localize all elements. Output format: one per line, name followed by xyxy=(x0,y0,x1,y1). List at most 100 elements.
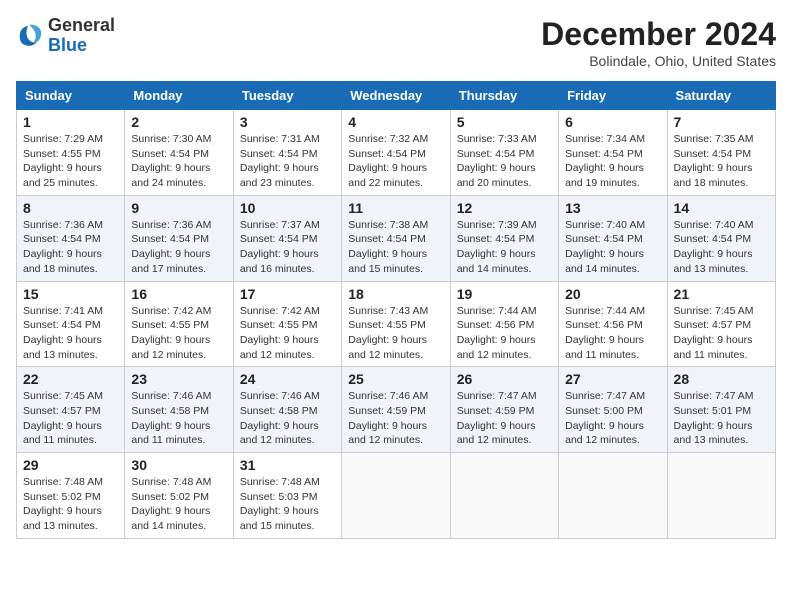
calendar-cell: 14 Sunrise: 7:40 AMSunset: 4:54 PMDayligh… xyxy=(667,195,775,281)
calendar-cell: 16 Sunrise: 7:42 AMSunset: 4:55 PMDayligh… xyxy=(125,281,233,367)
calendar-cell: 28 Sunrise: 7:47 AMSunset: 5:01 PMDayligh… xyxy=(667,367,775,453)
day-info: Sunrise: 7:47 AMSunset: 5:00 PMDaylight:… xyxy=(565,389,660,448)
calendar-cell: 9 Sunrise: 7:36 AMSunset: 4:54 PMDaylight… xyxy=(125,195,233,281)
day-info: Sunrise: 7:42 AMSunset: 4:55 PMDaylight:… xyxy=(131,304,226,363)
day-info: Sunrise: 7:33 AMSunset: 4:54 PMDaylight:… xyxy=(457,132,552,191)
calendar-cell xyxy=(450,453,558,539)
day-info: Sunrise: 7:36 AMSunset: 4:54 PMDaylight:… xyxy=(131,218,226,277)
calendar-cell: 21 Sunrise: 7:45 AMSunset: 4:57 PMDayligh… xyxy=(667,281,775,367)
weekday-header: Tuesday xyxy=(233,82,341,110)
calendar-cell: 20 Sunrise: 7:44 AMSunset: 4:56 PMDayligh… xyxy=(559,281,667,367)
day-number: 28 xyxy=(674,371,769,387)
page-title: December 2024 xyxy=(541,16,776,53)
day-info: Sunrise: 7:36 AMSunset: 4:54 PMDaylight:… xyxy=(23,218,118,277)
day-number: 9 xyxy=(131,200,226,216)
calendar-cell: 31Sunrise: 7:48 AMSunset: 5:03 PMDayligh… xyxy=(233,453,341,539)
day-info: Sunrise: 7:47 AMSunset: 5:01 PMDaylight:… xyxy=(674,389,769,448)
calendar-cell: 23Sunrise: 7:46 AMSunset: 4:58 PMDayligh… xyxy=(125,367,233,453)
calendar-cell: 1Sunrise: 7:29 AMSunset: 4:55 PMDaylight… xyxy=(17,110,125,196)
day-info: Sunrise: 7:46 AMSunset: 4:58 PMDaylight:… xyxy=(240,389,335,448)
calendar-cell: 4 Sunrise: 7:32 AMSunset: 4:54 PMDaylight… xyxy=(342,110,450,196)
calendar-cell: 8 Sunrise: 7:36 AMSunset: 4:54 PMDaylight… xyxy=(17,195,125,281)
calendar-cell: 10 Sunrise: 7:37 AMSunset: 4:54 PMDayligh… xyxy=(233,195,341,281)
day-info: Sunrise: 7:46 AMSunset: 4:58 PMDaylight:… xyxy=(131,389,226,448)
day-number: 29 xyxy=(23,457,118,473)
calendar-cell xyxy=(559,453,667,539)
day-info: Sunrise: 7:42 AMSunset: 4:55 PMDaylight:… xyxy=(240,304,335,363)
day-number: 19 xyxy=(457,286,552,302)
logo-icon xyxy=(16,22,44,50)
day-info: Sunrise: 7:35 AMSunset: 4:54 PMDaylight:… xyxy=(674,132,769,191)
day-number: 3 xyxy=(240,114,335,130)
day-info: Sunrise: 7:44 AMSunset: 4:56 PMDaylight:… xyxy=(457,304,552,363)
weekday-header: Monday xyxy=(125,82,233,110)
logo-text: General Blue xyxy=(48,16,115,56)
day-number: 21 xyxy=(674,286,769,302)
calendar-cell: 3 Sunrise: 7:31 AMSunset: 4:54 PMDaylight… xyxy=(233,110,341,196)
day-info: Sunrise: 7:46 AMSunset: 4:59 PMDaylight:… xyxy=(348,389,443,448)
day-number: 10 xyxy=(240,200,335,216)
day-number: 24 xyxy=(240,371,335,387)
day-number: 18 xyxy=(348,286,443,302)
day-number: 20 xyxy=(565,286,660,302)
title-block: December 2024 Bolindale, Ohio, United St… xyxy=(541,16,776,69)
day-info: Sunrise: 7:48 AMSunset: 5:03 PMDaylight:… xyxy=(240,475,335,534)
day-info: Sunrise: 7:44 AMSunset: 4:56 PMDaylight:… xyxy=(565,304,660,363)
day-number: 17 xyxy=(240,286,335,302)
day-info: Sunrise: 7:48 AMSunset: 5:02 PMDaylight:… xyxy=(23,475,118,534)
day-number: 26 xyxy=(457,371,552,387)
day-info: Sunrise: 7:32 AMSunset: 4:54 PMDaylight:… xyxy=(348,132,443,191)
calendar-cell: 26 Sunrise: 7:47 AMSunset: 4:59 PMDayligh… xyxy=(450,367,558,453)
calendar-cell: 29 Sunrise: 7:48 AMSunset: 5:02 PMDayligh… xyxy=(17,453,125,539)
day-info: Sunrise: 7:31 AMSunset: 4:54 PMDaylight:… xyxy=(240,132,335,191)
calendar-cell: 30Sunrise: 7:48 AMSunset: 5:02 PMDayligh… xyxy=(125,453,233,539)
logo: General Blue xyxy=(16,16,115,56)
day-number: 8 xyxy=(23,200,118,216)
day-info: Sunrise: 7:45 AMSunset: 4:57 PMDaylight:… xyxy=(674,304,769,363)
calendar-cell: 19 Sunrise: 7:44 AMSunset: 4:56 PMDayligh… xyxy=(450,281,558,367)
weekday-header: Wednesday xyxy=(342,82,450,110)
calendar-cell xyxy=(342,453,450,539)
calendar-week-row: 15Sunrise: 7:41 AMSunset: 4:54 PMDayligh… xyxy=(17,281,776,367)
day-info: Sunrise: 7:47 AMSunset: 4:59 PMDaylight:… xyxy=(457,389,552,448)
day-number: 6 xyxy=(565,114,660,130)
calendar-cell: 7 Sunrise: 7:35 AMSunset: 4:54 PMDaylight… xyxy=(667,110,775,196)
calendar-cell: 24 Sunrise: 7:46 AMSunset: 4:58 PMDayligh… xyxy=(233,367,341,453)
day-number: 12 xyxy=(457,200,552,216)
calendar-cell xyxy=(667,453,775,539)
weekday-header: Friday xyxy=(559,82,667,110)
day-number: 2 xyxy=(131,114,226,130)
calendar-cell: 22Sunrise: 7:45 AMSunset: 4:57 PMDayligh… xyxy=(17,367,125,453)
calendar-cell: 25 Sunrise: 7:46 AMSunset: 4:59 PMDayligh… xyxy=(342,367,450,453)
day-number: 16 xyxy=(131,286,226,302)
day-info: Sunrise: 7:40 AMSunset: 4:54 PMDaylight:… xyxy=(674,218,769,277)
day-info: Sunrise: 7:39 AMSunset: 4:54 PMDaylight:… xyxy=(457,218,552,277)
day-info: Sunrise: 7:45 AMSunset: 4:57 PMDaylight:… xyxy=(23,389,118,448)
calendar-cell: 27 Sunrise: 7:47 AMSunset: 5:00 PMDayligh… xyxy=(559,367,667,453)
day-info: Sunrise: 7:29 AMSunset: 4:55 PMDaylight:… xyxy=(23,132,118,191)
day-info: Sunrise: 7:37 AMSunset: 4:54 PMDaylight:… xyxy=(240,218,335,277)
day-number: 13 xyxy=(565,200,660,216)
calendar-cell: 17 Sunrise: 7:42 AMSunset: 4:55 PMDayligh… xyxy=(233,281,341,367)
calendar-week-row: 8 Sunrise: 7:36 AMSunset: 4:54 PMDaylight… xyxy=(17,195,776,281)
day-info: Sunrise: 7:34 AMSunset: 4:54 PMDaylight:… xyxy=(565,132,660,191)
day-info: Sunrise: 7:30 AMSunset: 4:54 PMDaylight:… xyxy=(131,132,226,191)
calendar-cell: 12 Sunrise: 7:39 AMSunset: 4:54 PMDayligh… xyxy=(450,195,558,281)
day-number: 7 xyxy=(674,114,769,130)
calendar-week-row: 29 Sunrise: 7:48 AMSunset: 5:02 PMDayligh… xyxy=(17,453,776,539)
calendar-cell: 13 Sunrise: 7:40 AMSunset: 4:54 PMDayligh… xyxy=(559,195,667,281)
calendar-cell: 6 Sunrise: 7:34 AMSunset: 4:54 PMDaylight… xyxy=(559,110,667,196)
day-number: 25 xyxy=(348,371,443,387)
weekday-header: Thursday xyxy=(450,82,558,110)
day-info: Sunrise: 7:40 AMSunset: 4:54 PMDaylight:… xyxy=(565,218,660,277)
day-number: 4 xyxy=(348,114,443,130)
page-header: General Blue December 2024 Bolindale, Oh… xyxy=(16,16,776,69)
day-info: Sunrise: 7:41 AMSunset: 4:54 PMDaylight:… xyxy=(23,304,118,363)
day-number: 11 xyxy=(348,200,443,216)
day-number: 5 xyxy=(457,114,552,130)
day-number: 27 xyxy=(565,371,660,387)
weekday-header: Sunday xyxy=(17,82,125,110)
calendar-week-row: 22Sunrise: 7:45 AMSunset: 4:57 PMDayligh… xyxy=(17,367,776,453)
day-number: 14 xyxy=(674,200,769,216)
calendar-cell: 2 Sunrise: 7:30 AMSunset: 4:54 PMDaylight… xyxy=(125,110,233,196)
